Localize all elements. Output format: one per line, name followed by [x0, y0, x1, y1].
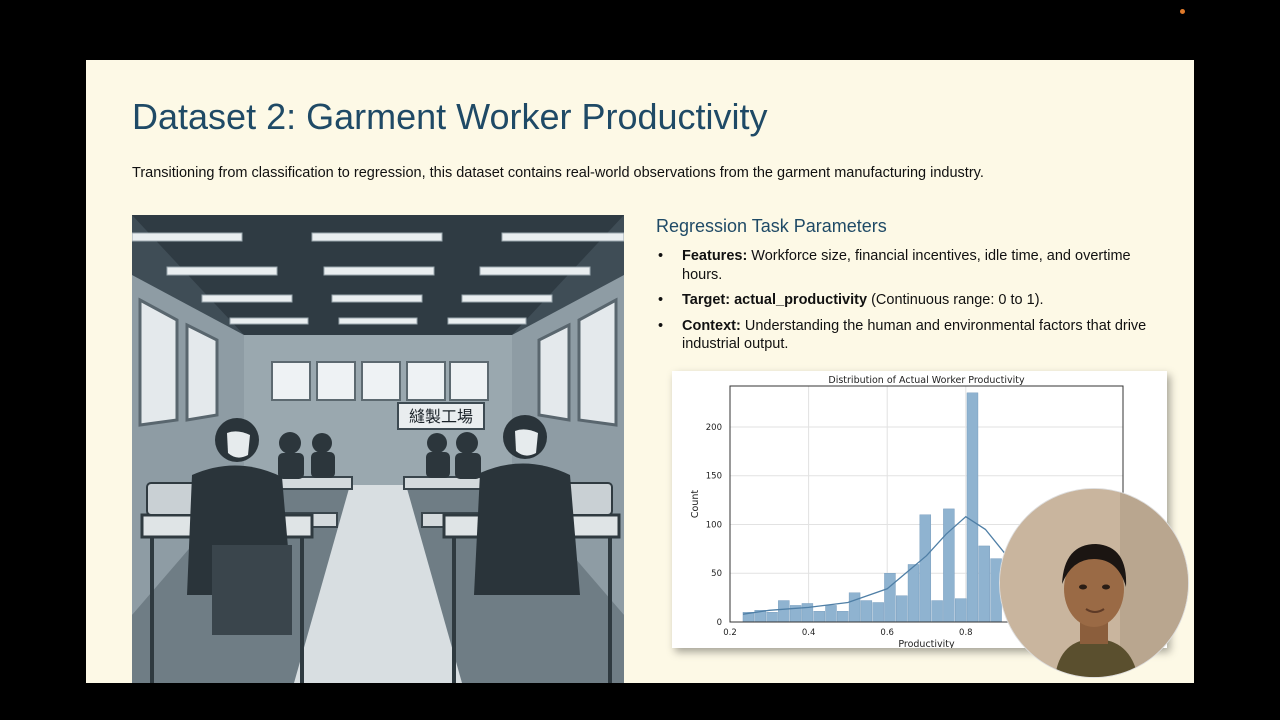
histogram-bar	[966, 392, 979, 623]
slide-title: Dataset 2: Garment Worker Productivity	[132, 96, 768, 137]
histogram-bar	[778, 600, 790, 623]
histogram-bar	[954, 598, 967, 623]
histogram-bar	[896, 595, 908, 623]
histogram-bar	[860, 600, 873, 623]
histogram-bar	[943, 508, 955, 623]
slide-subtitle: Transitioning from classification to reg…	[132, 165, 984, 181]
bullet-target-label: Target: actual_productivity	[682, 292, 868, 308]
histogram-bar	[884, 573, 896, 623]
bullet-context-label: Context:	[682, 317, 741, 334]
x-tick-label: 0.4	[802, 628, 816, 638]
x-axis-label: Productivity	[898, 639, 955, 648]
histogram-bar	[801, 603, 814, 623]
y-tick-label: 150	[706, 472, 722, 482]
y-tick-label: 200	[706, 423, 722, 433]
histogram-bar	[837, 611, 849, 623]
y-tick-label: 100	[706, 520, 722, 530]
presenter-video-frame	[1000, 489, 1188, 677]
bullet-marker: •	[658, 292, 664, 308]
bullet-target: • Target: actual_productivity (Continuou…	[656, 291, 1166, 310]
histogram-bar	[766, 612, 778, 623]
y-tick-label: 50	[711, 569, 722, 579]
histogram-bar	[825, 605, 837, 623]
bullet-features: • Features: Workforce size, financial in…	[656, 247, 1166, 284]
section-title: Regression Task Parameters	[656, 216, 887, 236]
bullet-features-text: Workforce size, financial incentives, id…	[682, 248, 1131, 283]
bullet-features-label: Features:	[682, 248, 748, 264]
garment-factory-illustration: 縫製工場	[132, 215, 624, 683]
y-axis-label: Count	[690, 490, 701, 518]
histogram-bar	[848, 592, 861, 623]
x-tick-label: 0.6	[880, 628, 894, 638]
bullet-target-text: (Continuous range: 0 to 1).	[867, 292, 1044, 308]
histogram-bar	[931, 600, 943, 623]
parameter-list: • Features: Workforce size, financial in…	[656, 247, 1166, 361]
factory-sign-text: 縫製工場	[409, 407, 473, 426]
chart-title: Distribution of Actual Worker Productivi…	[828, 375, 1025, 386]
histogram-bar	[978, 545, 990, 623]
x-tick-label: 0.8	[959, 628, 973, 638]
recording-indicator	[1180, 9, 1185, 14]
bullet-context-text: Understanding the human and environmenta…	[682, 317, 1147, 353]
y-tick-label: 0	[717, 618, 722, 628]
x-tick-label: 0.2	[723, 628, 737, 638]
histogram-bar	[919, 514, 932, 623]
histogram-bar	[813, 611, 825, 623]
bullet-marker: •	[658, 317, 664, 334]
bullet-context: • Context: Understanding the human and e…	[656, 317, 1166, 354]
presenter-webcam	[999, 488, 1189, 678]
histogram-bar	[907, 564, 920, 623]
histogram-bar	[872, 602, 884, 623]
bullet-marker: •	[658, 248, 664, 264]
